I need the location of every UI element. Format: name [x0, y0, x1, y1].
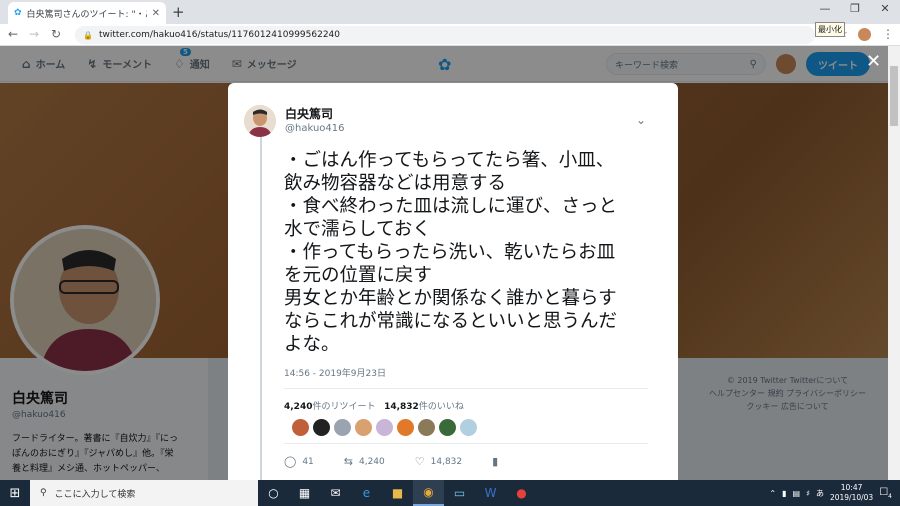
back-button[interactable]: ← [8, 27, 18, 41]
bar-chart-icon: ▮ [492, 455, 499, 468]
taskbar-search-placeholder: ここに入力して検索 [54, 489, 136, 500]
volume-icon[interactable]: ♯ [806, 489, 810, 498]
tweet-text: ・ごはん作ってもらってたら箸、小皿、 飲み物容器などは用意する ・食べ終わった皿… [284, 149, 664, 356]
tweet-line: 男女とか年齢とか関係なく誰かと暮らす [284, 288, 617, 309]
scrollbar[interactable] [888, 46, 900, 480]
url-field[interactable]: 🔒 twitter.com/hakuo416/status/1176012410… [75, 26, 815, 44]
tweet-avatar[interactable] [244, 105, 276, 137]
liker-avatar[interactable] [376, 419, 393, 436]
tweet-line: 飲み物容器などは用意する [284, 173, 507, 194]
like-action-count: 14,832 [430, 456, 463, 467]
maximize-button[interactable]: ❐ [840, 2, 870, 15]
liker-avatar[interactable] [460, 419, 477, 436]
tweet-line: ・食べ終わった皿は流しに運び、さっと [284, 196, 618, 217]
liker-avatar[interactable] [439, 419, 456, 436]
tweet-author-handle[interactable]: @hakuo416 [285, 123, 345, 134]
like-count[interactable]: 14,832 [384, 402, 419, 412]
retweet-button[interactable]: ⇆ 4,240 [344, 455, 385, 468]
clock-time: 10:47 [840, 483, 863, 492]
app-icon[interactable]: ● [506, 480, 537, 506]
battery-icon[interactable]: ▮ [782, 489, 786, 498]
taskbar-search[interactable]: ⚲ ここに入力して検索 [30, 480, 258, 506]
browser-tabbar: ✿ 白央篤司さんのツイート: "・ごはん作っ ✕ + — ❐ ✕ [0, 0, 900, 24]
url-text: twitter.com/hakuo416/status/117601241099… [98, 30, 340, 40]
tweet-author-name[interactable]: 白央篤司 [285, 105, 333, 122]
tweet-actions: ◯ 41 ⇆ 4,240 ♡ 14,832 ▮ [284, 455, 528, 468]
retweet-action-count: 4,240 [358, 456, 385, 467]
scrollbar-thumb[interactable] [890, 66, 898, 126]
tweet-timestamp[interactable]: 14:56 - 2019年9月23日 [284, 366, 386, 379]
liker-avatar[interactable] [313, 419, 330, 436]
divider [284, 388, 648, 389]
lock-icon: 🔒 [83, 30, 93, 40]
minimize-button[interactable]: — [810, 2, 840, 15]
cortana-icon[interactable]: ○ [258, 480, 289, 506]
tweet-line: を元の位置に戻す [284, 265, 433, 286]
likers-avatars [292, 419, 477, 436]
retweet-count[interactable]: 4,240 [284, 402, 312, 412]
action-center-icon[interactable]: ☐4 [879, 487, 892, 500]
reply-button[interactable]: ◯ 41 [284, 455, 314, 468]
clock-date: 2019/10/03 [829, 493, 874, 502]
mail-icon[interactable]: ✉ [320, 480, 351, 506]
chrome-icon[interactable]: ◉ [413, 480, 444, 506]
chevron-down-icon[interactable]: ⌄ [636, 113, 646, 127]
profile-avatar-icon[interactable] [858, 28, 871, 41]
notepad-icon[interactable]: ▭ [444, 480, 475, 506]
chevron-up-icon[interactable]: ⌃ [769, 489, 776, 498]
action-center-count: 4 [888, 492, 892, 500]
windows-start-icon[interactable]: ⊞ [0, 486, 30, 501]
heart-icon: ♡ [414, 455, 425, 468]
twitter-favicon-icon: ✿ [14, 8, 22, 18]
browser-tab[interactable]: ✿ 白央篤司さんのツイート: "・ごはん作っ ✕ [8, 2, 166, 24]
taskbar-clock[interactable]: 10:47 2019/10/03 [830, 483, 873, 503]
thread-line [260, 137, 262, 480]
liker-avatar[interactable] [418, 419, 435, 436]
folder-icon[interactable]: ■ [382, 480, 413, 506]
reply-icon: ◯ [284, 455, 297, 468]
forward-button[interactable]: → [29, 27, 39, 41]
close-tab-icon[interactable]: ✕ [152, 8, 160, 19]
tab-title: 白央篤司さんのツイート: "・ごはん作っ [26, 9, 147, 20]
tweet-line: 水で濡らしておく [284, 219, 431, 240]
edge-icon[interactable]: e [351, 480, 382, 506]
close-window-button[interactable]: ✕ [870, 2, 900, 15]
tweet-line: よな。 [284, 334, 340, 355]
search-icon: ⚲ [40, 488, 47, 498]
liker-avatar[interactable] [292, 419, 309, 436]
retweet-label[interactable]: 件のリツイート [312, 402, 375, 412]
minimize-tooltip: 最小化 [815, 22, 845, 37]
network-icon[interactable]: ▤ [793, 489, 801, 498]
divider [284, 443, 648, 444]
ime-indicator[interactable]: あ [816, 488, 824, 499]
word-icon[interactable]: W [475, 480, 506, 506]
liker-avatar[interactable] [397, 419, 414, 436]
retweet-icon: ⇆ [343, 455, 353, 468]
tweet-line: ・作ってもらったら洗い、乾いたらお皿 [284, 242, 616, 263]
system-tray: ⌃ ▮ ▤ ♯ あ 10:47 2019/10/03 ☐4 [769, 480, 892, 506]
close-icon[interactable]: ✕ [866, 51, 881, 72]
liker-avatar[interactable] [334, 419, 351, 436]
reply-count: 41 [302, 456, 314, 467]
menu-icon[interactable]: ⋮ [882, 27, 894, 41]
windows-taskbar: ⊞ ⚲ ここに入力して検索 ○ ▦ ✉ e ■ ◉ ▭ W ● ⌃ ▮ ▤ ♯ … [0, 480, 900, 506]
liker-avatar[interactable] [355, 419, 372, 436]
tweet-line: ならこれが常識になるといいと思うんだ [284, 311, 618, 332]
store-icon[interactable]: ▦ [289, 480, 320, 506]
address-bar: ← → ↻ 🔒 twitter.com/hakuo416/status/1176… [0, 24, 900, 46]
tweet-line: ・ごはん作ってもらってたら箸、小皿、 [284, 150, 615, 171]
like-label[interactable]: 件のいいね [419, 402, 464, 412]
tweet-modal: 白央篤司 @hakuo416 ⌄ ・ごはん作ってもらってたら箸、小皿、 飲み物容… [228, 83, 678, 480]
like-button[interactable]: ♡ 14,832 [415, 455, 462, 468]
analytics-button[interactable]: ▮ [492, 455, 498, 468]
tweet-stats: 4,240件のリツイート 14,832件のいいね [284, 399, 464, 412]
new-tab-button[interactable]: + [172, 3, 185, 21]
reload-button[interactable]: ↻ [51, 27, 61, 41]
